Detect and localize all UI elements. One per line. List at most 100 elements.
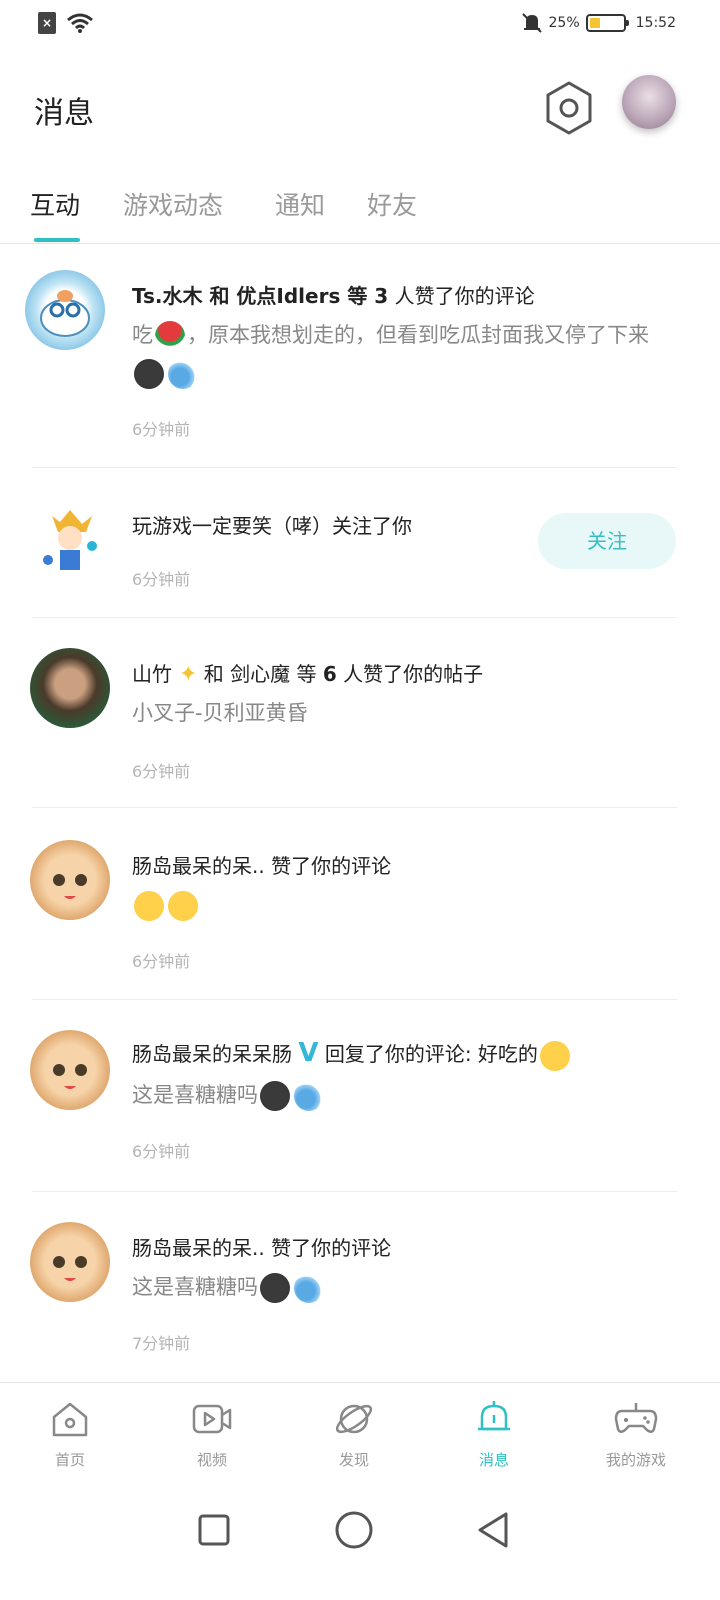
message-title: 山竹 ✦ 和 剑心魔 等 6 人赞了你的帖子 bbox=[132, 658, 483, 687]
nav-label: 发现 bbox=[338, 1451, 369, 1469]
nav-my-games[interactable]: 我的游戏 bbox=[586, 1397, 686, 1470]
gamepad-icon bbox=[614, 1403, 658, 1433]
message-time: 7分钟前 bbox=[132, 1334, 191, 1353]
message-title-suffix: 回复了你的评论: 好吃的 bbox=[318, 1042, 538, 1066]
wifi-icon bbox=[67, 13, 93, 33]
nav-messages[interactable]: 消息 bbox=[444, 1397, 544, 1470]
like-count: 6 bbox=[322, 662, 337, 686]
message-title-suffix: 人赞了你的帖子 bbox=[336, 662, 484, 686]
verified-badge: V bbox=[298, 1038, 319, 1068]
content-text: 这是喜糖糖吗 bbox=[132, 1083, 258, 1107]
content-part-a: 吃 bbox=[132, 323, 153, 347]
message-title-prefix: Ts.水木 和 优点Idlers 等 bbox=[132, 284, 375, 308]
content-part-b: ，原本我想划走的，但看到吃瓜封面我又停了下来 bbox=[187, 323, 649, 347]
message-title-prefix: 和 剑心魔 等 bbox=[197, 662, 323, 686]
message-title: 肠岛最呆的呆.. 赞了你的评论 bbox=[132, 1236, 392, 1260]
like-count: 3 bbox=[374, 284, 389, 308]
cat-avatar-icon bbox=[53, 1064, 87, 1089]
anime-character-avatar-icon bbox=[43, 510, 97, 570]
message-title: 玩游戏一定要笑（哮）关注了你 bbox=[132, 514, 412, 538]
message-time: 6分钟前 bbox=[132, 570, 191, 589]
status-right: 25% 15:52 bbox=[521, 12, 676, 34]
no-sim-icon: × bbox=[38, 12, 56, 34]
avatar bbox=[30, 648, 110, 728]
cat-avatar-icon bbox=[53, 874, 87, 899]
message-content: 这是喜糖糖吗 bbox=[132, 1268, 672, 1306]
settings-hexagon-icon bbox=[546, 81, 592, 135]
user-name: 山竹 bbox=[132, 662, 172, 686]
content-text: 这是喜糖糖吗 bbox=[132, 1275, 258, 1299]
nav-label: 我的游戏 bbox=[605, 1451, 666, 1469]
home-circle-icon[interactable] bbox=[332, 1508, 376, 1552]
recents-square-icon[interactable] bbox=[196, 1512, 232, 1548]
video-icon bbox=[192, 1404, 232, 1434]
cartoon-avatar-icon bbox=[40, 290, 90, 337]
sweat-drops-emoji-icon bbox=[294, 1273, 324, 1303]
nav-video[interactable]: 视频 bbox=[162, 1397, 262, 1470]
page-title: 消息 bbox=[34, 96, 94, 131]
tab-game-updates[interactable]: 游戏动态 bbox=[123, 186, 223, 222]
list-item[interactable]: Ts.水木 和 优点Idlers 等 3 人赞了你的评论 吃 ，原本我想划走的，但… bbox=[0, 246, 720, 468]
message-time: 6分钟前 bbox=[132, 762, 191, 781]
message-content: 这是喜糖糖吗 bbox=[132, 1076, 672, 1114]
list-item[interactable]: 肠岛最呆的呆呆肠 V 回复了你的评论: 好吃的 这是喜糖糖吗 6分钟前 bbox=[0, 1000, 720, 1192]
message-content: 吃 ，原本我想划走的，但看到吃瓜封面我又停了下来 bbox=[132, 316, 672, 392]
tab-interaction[interactable]: 互动 bbox=[30, 186, 80, 222]
message-content: 小叉子-贝利亚黄昏 bbox=[132, 701, 308, 725]
message-time: 6分钟前 bbox=[132, 1142, 191, 1161]
user-name: 肠岛最呆的呆呆肠 bbox=[132, 1042, 292, 1066]
watermelon-emoji-icon bbox=[155, 321, 185, 351]
cat-avatar-icon bbox=[53, 1256, 87, 1281]
bell-icon bbox=[478, 1401, 510, 1431]
nav-discover[interactable]: 发现 bbox=[304, 1397, 404, 1470]
bottom-nav: 首页 视频 发现 消息 我的游戏 bbox=[0, 1382, 720, 1492]
nav-label: 首页 bbox=[54, 1451, 85, 1469]
list-item[interactable]: 肠岛最呆的呆.. 赞了你的评论 这是喜糖糖吗 7分钟前 bbox=[0, 1192, 720, 1382]
message-time: 6分钟前 bbox=[132, 952, 191, 971]
list-item[interactable]: 肠岛最呆的呆.. 赞了你的评论 6分钟前 bbox=[0, 808, 720, 1000]
avatar bbox=[30, 840, 110, 920]
battery-icon bbox=[585, 14, 629, 32]
message-time: 6分钟前 bbox=[132, 420, 191, 439]
sweat-drops-emoji-icon bbox=[168, 359, 198, 389]
dark-face-emoji-icon bbox=[134, 359, 164, 389]
nav-label: 视频 bbox=[196, 1451, 227, 1469]
planet-icon bbox=[335, 1404, 373, 1434]
message-title: 肠岛最呆的呆.. 赞了你的评论 bbox=[132, 854, 392, 878]
avatar bbox=[30, 1030, 110, 1110]
tab-notifications[interactable]: 通知 bbox=[275, 186, 325, 222]
bell-muted-icon bbox=[521, 13, 542, 33]
follow-button[interactable]: 关注 bbox=[538, 513, 676, 569]
status-left: × bbox=[38, 12, 94, 34]
home-icon bbox=[52, 1402, 88, 1437]
message-title: 肠岛最呆的呆呆肠 V 回复了你的评论: 好吃的 bbox=[132, 1038, 572, 1071]
sweat-drops-emoji-icon bbox=[294, 1081, 324, 1111]
laughing-tears-emoji-icon bbox=[168, 891, 198, 921]
settings-button[interactable] bbox=[544, 80, 594, 136]
list-item[interactable]: 山竹 ✦ 和 剑心魔 等 6 人赞了你的帖子 小叉子-贝利亚黄昏 6分钟前 bbox=[0, 618, 720, 808]
avatar bbox=[30, 502, 110, 582]
back-triangle-icon[interactable] bbox=[474, 1510, 514, 1550]
list-item[interactable]: 玩游戏一定要笑（哮）关注了你 6分钟前 关注 bbox=[0, 468, 720, 618]
dark-face-emoji-icon bbox=[260, 1081, 290, 1111]
sparkle-icon: ✦ bbox=[172, 662, 198, 687]
nav-label: 消息 bbox=[478, 1451, 509, 1469]
status-bar: × 25% 15:52 bbox=[0, 0, 720, 52]
laughing-tears-emoji-icon bbox=[134, 891, 164, 921]
header: 消息 bbox=[0, 70, 720, 150]
battery-percent: 25% bbox=[548, 15, 580, 31]
smile-emoji-icon bbox=[539, 1040, 570, 1071]
user-avatar[interactable] bbox=[622, 75, 676, 129]
active-tab-indicator bbox=[34, 238, 80, 242]
clock: 15:52 bbox=[635, 15, 676, 31]
system-nav-bar bbox=[0, 1492, 720, 1600]
message-title-suffix: 人赞了你的评论 bbox=[388, 284, 535, 308]
avatar bbox=[30, 1222, 110, 1302]
dark-face-emoji-icon bbox=[260, 1273, 290, 1303]
message-title: Ts.水木 和 优点Idlers 等 3 人赞了你的评论 bbox=[132, 280, 535, 309]
nav-home[interactable]: 首页 bbox=[20, 1397, 120, 1470]
tab-friends[interactable]: 好友 bbox=[367, 186, 417, 222]
message-content bbox=[132, 886, 672, 924]
tab-bar: 互动 游戏动态 通知 好友 bbox=[0, 180, 720, 244]
avatar bbox=[25, 270, 105, 350]
